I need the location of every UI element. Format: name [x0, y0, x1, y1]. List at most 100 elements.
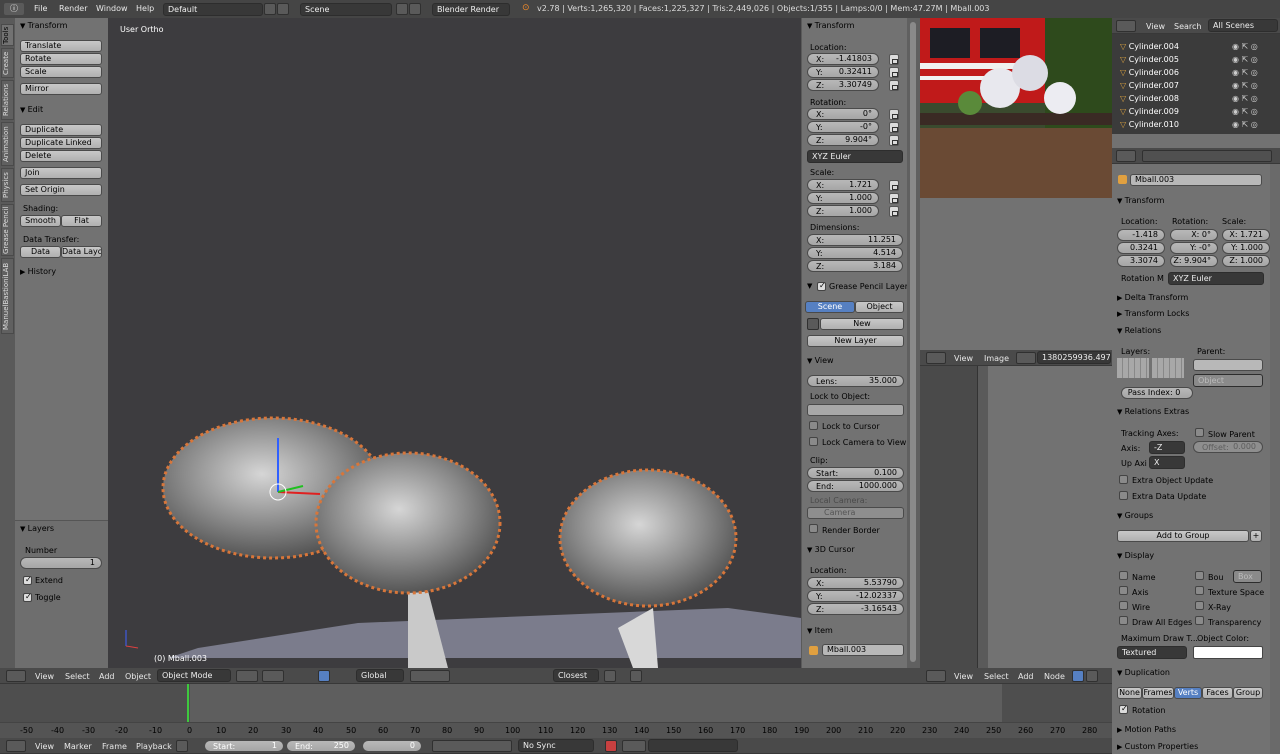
- lock-to-cursor-checkbox[interactable]: [809, 421, 818, 430]
- layers-header[interactable]: Layers: [20, 524, 54, 533]
- scale-button[interactable]: Scale: [20, 66, 102, 78]
- clip-start-field[interactable]: Start: 0.100: [807, 467, 904, 479]
- outliner-item[interactable]: ▽ Cylinder.009 ◉ ⇱ ◎: [1120, 107, 1278, 119]
- node-shader-icon[interactable]: [1072, 670, 1084, 682]
- orientation-select[interactable]: Global: [356, 669, 404, 682]
- image-menu-image[interactable]: Image: [984, 354, 1009, 363]
- timeline-menu-marker[interactable]: Marker: [64, 742, 92, 751]
- timeline-area[interactable]: -50 -40 -30 -20 -10 0 10 20 30 40 50 60 …: [0, 684, 1112, 738]
- menu-window[interactable]: Window: [96, 4, 128, 13]
- tab-manuelbastionilab[interactable]: ManuelBastioniLAB: [1, 258, 14, 334]
- tab-relations[interactable]: Relations: [1, 80, 14, 120]
- texture-space-checkbox[interactable]: [1195, 586, 1204, 595]
- number-field[interactable]: 1: [20, 557, 102, 569]
- n-transform-header[interactable]: Transform: [807, 21, 855, 30]
- scale-z-field[interactable]: Z: 1.000: [807, 205, 879, 217]
- gp-pencil-icon[interactable]: [807, 318, 819, 330]
- add-layout-icon[interactable]: [264, 3, 276, 15]
- extra-data-update-checkbox[interactable]: [1119, 491, 1128, 500]
- location-y-field[interactable]: Y: 0.32411: [807, 66, 879, 78]
- image-filename-field[interactable]: 1380259936.497...: [1037, 351, 1111, 364]
- item-name-field[interactable]: Mball.003: [822, 644, 904, 656]
- prop-scale-z[interactable]: Z: 1.000: [1222, 255, 1270, 267]
- groups-header[interactable]: Groups: [1117, 511, 1154, 520]
- lock-rot-x-icon[interactable]: [889, 109, 899, 120]
- history-header[interactable]: History: [20, 267, 56, 276]
- viewport-menu-add[interactable]: Add: [99, 672, 115, 681]
- transform-header[interactable]: Transform: [20, 21, 68, 30]
- remove-scene-icon[interactable]: [409, 3, 421, 15]
- node-canvas[interactable]: [988, 366, 1112, 668]
- rotate-button[interactable]: Rotate: [20, 53, 102, 65]
- render-engine-select[interactable]: Blender Render: [432, 3, 510, 16]
- node-menu-node[interactable]: Node: [1044, 672, 1065, 681]
- scale-x-field[interactable]: X: 1.721: [807, 179, 879, 191]
- draw-all-edges-checkbox[interactable]: [1119, 616, 1128, 625]
- node-menu-add[interactable]: Add: [1018, 672, 1034, 681]
- outliner-item[interactable]: ▽ Cylinder.005 ◉ ⇱ ◎: [1120, 55, 1278, 67]
- dimension-x-field[interactable]: X: 11.251: [807, 234, 903, 246]
- tab-tools[interactable]: Tools: [1, 24, 14, 46]
- info-editor-icon[interactable]: ⓘ: [4, 3, 24, 15]
- image-editor-type-icon[interactable]: [926, 352, 946, 364]
- prop-rotation-y[interactable]: Y: -0°: [1170, 242, 1218, 254]
- prop-location-y[interactable]: 0.3241: [1117, 242, 1165, 254]
- lock-loc-z-icon[interactable]: [889, 80, 899, 91]
- toggle-checkbox[interactable]: [23, 592, 32, 602]
- scrollbar-thumb[interactable]: [910, 22, 916, 662]
- prop-rotation-x[interactable]: X: 0°: [1170, 229, 1218, 241]
- max-draw-type-select[interactable]: Textured: [1117, 646, 1187, 659]
- data-button[interactable]: Data: [20, 246, 61, 258]
- menu-help[interactable]: Help: [136, 4, 154, 13]
- 3d-cursor-header[interactable]: 3D Cursor: [807, 545, 855, 554]
- node-compositor-icon[interactable]: [1086, 670, 1098, 682]
- prop-location-z[interactable]: 3.3074: [1117, 255, 1165, 267]
- slow-parent-checkbox[interactable]: [1195, 428, 1204, 437]
- delete-button[interactable]: Delete: [20, 150, 102, 162]
- 3d-viewport[interactable]: User Ortho (0) Mball.003: [108, 18, 801, 668]
- cursor-x-field[interactable]: X: 5.53790: [807, 577, 904, 589]
- dup-verts-tab[interactable]: Verts: [1174, 687, 1202, 699]
- timeline-menu-frame[interactable]: Frame: [102, 742, 127, 751]
- image-menu-view[interactable]: View: [954, 354, 973, 363]
- lock-loc-y-icon[interactable]: [889, 67, 899, 78]
- item-header[interactable]: Item: [807, 626, 833, 635]
- xray-checkbox[interactable]: [1195, 601, 1204, 610]
- local-camera-field[interactable]: Camera: [807, 507, 904, 519]
- viewport-menu-view[interactable]: View: [35, 672, 54, 681]
- location-z-field[interactable]: Z: 3.30749: [807, 79, 879, 91]
- properties-type-icon[interactable]: [1116, 150, 1136, 162]
- bounds-type-select[interactable]: Box: [1233, 570, 1262, 583]
- tab-create[interactable]: Create: [1, 48, 14, 78]
- timeline-type-icon[interactable]: [6, 740, 26, 752]
- parent-type-select[interactable]: Object: [1193, 374, 1263, 387]
- current-frame-field[interactable]: 0: [362, 740, 422, 752]
- snap-target-icon[interactable]: [604, 670, 616, 682]
- add-to-group-button[interactable]: Add to Group: [1117, 530, 1249, 542]
- display-bounds-checkbox[interactable]: [1195, 571, 1204, 580]
- gp-new-button[interactable]: New: [820, 318, 904, 330]
- dup-none-tab[interactable]: None: [1117, 687, 1142, 699]
- cursor-z-field[interactable]: Z: -3.16543: [807, 603, 904, 615]
- gp-expand-icon[interactable]: ▼: [807, 282, 812, 290]
- scale-y-field[interactable]: Y: 1.000: [807, 192, 879, 204]
- smooth-button[interactable]: Smooth: [20, 215, 61, 227]
- outliner-item[interactable]: ▽ Cylinder.004 ◉ ⇱ ◎: [1120, 42, 1278, 54]
- edit-header[interactable]: Edit: [20, 105, 44, 114]
- lock-scl-y-icon[interactable]: [889, 193, 899, 204]
- transparency-checkbox[interactable]: [1195, 616, 1204, 625]
- display-wire-checkbox[interactable]: [1119, 601, 1128, 610]
- dup-faces-tab[interactable]: Faces: [1202, 687, 1233, 699]
- tab-physics[interactable]: Physics: [1, 168, 14, 202]
- prop-location-x[interactable]: -1.418: [1117, 229, 1165, 241]
- keying-icon[interactable]: [622, 740, 646, 752]
- delta-transform-header[interactable]: Delta Transform: [1117, 293, 1189, 302]
- gp-layers-header[interactable]: Grease Pencil Layers: [829, 282, 912, 291]
- object-name-field[interactable]: Mball.003: [1130, 174, 1262, 186]
- menu-render[interactable]: Render: [59, 4, 87, 13]
- prop-scale-x[interactable]: X: 1.721: [1222, 229, 1270, 241]
- menu-file[interactable]: File: [34, 4, 47, 13]
- tab-grease-pencil[interactable]: Grease Pencil: [1, 204, 14, 256]
- npanel-scrollbar[interactable]: [907, 18, 920, 668]
- dup-group-tab[interactable]: Group: [1233, 687, 1263, 699]
